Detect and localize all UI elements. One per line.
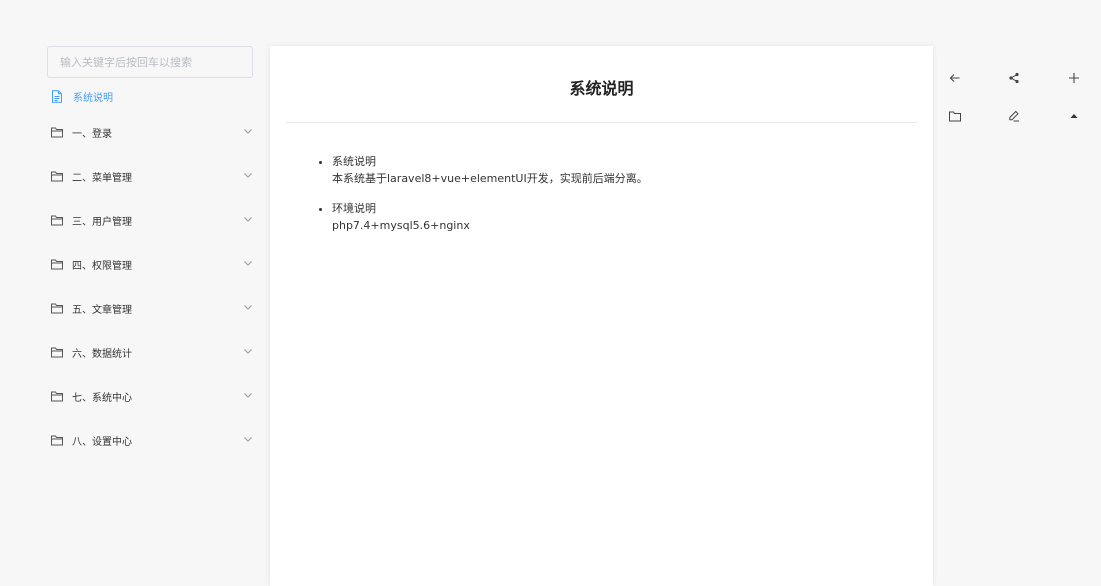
chevron-down-icon[interactable]: [243, 258, 253, 268]
list-item-text: php7.4+mysql5.6+nginx: [332, 219, 470, 232]
sidebar: 系统说明 一、登录 二、菜单管理 三、用户管理 四、权限管理 五、文章管理: [47, 46, 253, 462]
document-icon: [52, 89, 62, 103]
article-panel: 系统说明 系统说明 本系统基于laravel8+vue+elementUI开发，…: [270, 46, 933, 586]
share-button[interactable]: [1002, 66, 1026, 90]
caret-up-icon: [1070, 114, 1078, 118]
share-icon: [1009, 72, 1019, 84]
list-item: 系统说明 本系统基于laravel8+vue+elementUI开发，实现前后端…: [332, 153, 933, 187]
folder-icon: [51, 391, 63, 402]
chevron-down-icon[interactable]: [243, 434, 253, 444]
folder-label: 八、设置中心: [72, 436, 132, 448]
chevron-down-icon[interactable]: [243, 214, 253, 224]
back-button[interactable]: [943, 66, 967, 90]
folder-label: 二、菜单管理: [72, 172, 132, 184]
edit-icon: [1009, 110, 1019, 122]
list-item-text: 本系统基于laravel8+vue+elementUI开发，实现前后端分离。: [332, 172, 648, 185]
search-input[interactable]: [47, 46, 253, 78]
folder-label: 六、数据统计: [72, 348, 132, 360]
folder-icon: [51, 303, 63, 314]
chevron-down-icon[interactable]: [243, 390, 253, 400]
folder-icon: [51, 215, 63, 226]
folder-icon: [51, 127, 63, 138]
page-title: 系统说明: [569, 79, 634, 98]
scroll-top-button[interactable]: [1062, 104, 1086, 128]
list-item-heading: 系统说明: [332, 155, 376, 168]
list-item-heading: 环境说明: [332, 202, 376, 215]
sidebar-item-label: 系统说明: [73, 92, 113, 104]
chevron-down-icon[interactable]: [243, 126, 253, 136]
sidebar-item-system-description[interactable]: 系统说明: [47, 86, 253, 106]
chevron-down-icon[interactable]: [243, 302, 253, 312]
folder-label: 三、用户管理: [72, 216, 132, 228]
chevron-down-icon[interactable]: [243, 170, 253, 180]
folder-label: 七、系统中心: [72, 392, 132, 404]
folder-login[interactable]: 一、登录: [47, 110, 253, 154]
folder-menu-management[interactable]: 二、菜单管理: [47, 154, 253, 198]
folder-icon: [51, 435, 63, 446]
folder-button[interactable]: [943, 104, 967, 128]
arrow-left-icon: [949, 74, 960, 82]
folder-user-management[interactable]: 三、用户管理: [47, 198, 253, 242]
folder-icon: [51, 171, 63, 182]
list-item: 环境说明 php7.4+mysql5.6+nginx: [332, 200, 933, 234]
folder-settings-center[interactable]: 八、设置中心: [47, 418, 253, 462]
add-button[interactable]: [1062, 66, 1086, 90]
edit-button[interactable]: [1002, 104, 1026, 128]
folder-list: 一、登录 二、菜单管理 三、用户管理 四、权限管理 五、文章管理 六、数据统计: [47, 110, 253, 462]
folder-system-center[interactable]: 七、系统中心: [47, 374, 253, 418]
folder-data-statistics[interactable]: 六、数据统计: [47, 330, 253, 374]
folder-icon: [51, 347, 63, 358]
folder-label: 一、登录: [72, 128, 112, 140]
plus-icon: [1069, 73, 1079, 83]
article-content: 系统说明 本系统基于laravel8+vue+elementUI开发，实现前后端…: [270, 123, 933, 234]
folder-article-management[interactable]: 五、文章管理: [47, 286, 253, 330]
folder-label: 五、文章管理: [72, 304, 132, 316]
folder-permission-management[interactable]: 四、权限管理: [47, 242, 253, 286]
folder-icon: [51, 259, 63, 270]
folder-icon: [949, 111, 961, 121]
article-list: 系统说明 本系统基于laravel8+vue+elementUI开发，实现前后端…: [332, 153, 933, 234]
chevron-down-icon[interactable]: [243, 346, 253, 356]
folder-label: 四、权限管理: [72, 260, 132, 272]
